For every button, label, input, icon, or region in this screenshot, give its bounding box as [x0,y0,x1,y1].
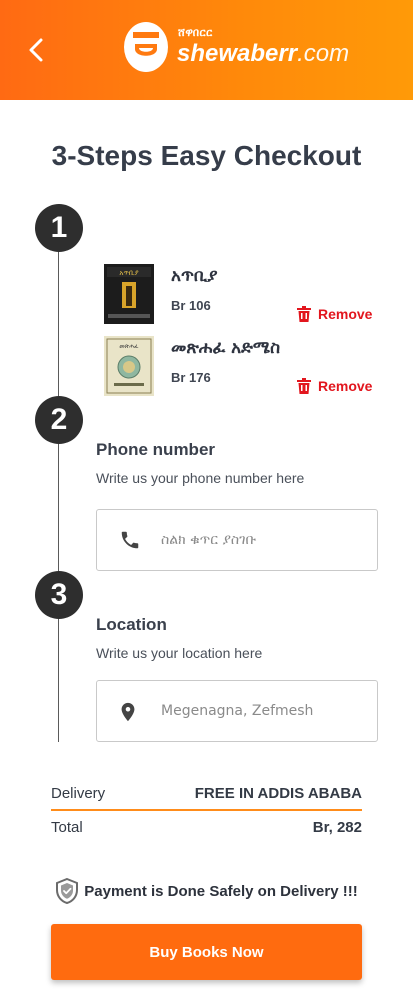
book-title: አጥቢያ [171,266,218,286]
remove-label: Remove [318,306,373,322]
chevron-left-icon [29,38,43,62]
logo-wordmark-suffix: .com [297,40,350,67]
safe-payment-text: Payment is Done Safely on Delivery !!! [84,882,358,900]
total-row: Total Br, 282 [51,819,362,836]
page-title: 3-Steps Easy Checkout [51,140,362,171]
svg-text:አጥቢያ: አጥቢያ [119,269,138,277]
phone-icon [121,531,139,549]
logo-wordmark-bold: shewaberr [177,40,298,67]
book-cover-image: አጥቢያ [104,264,154,324]
trash-icon [297,378,311,394]
location-section-label: Location [96,615,167,634]
safe-payment-note: Payment is Done Safely on Delivery !!! [0,878,413,904]
location-pin-icon [121,702,135,722]
remove-label: Remove [318,378,373,394]
step-timeline-line [58,250,59,742]
app-header: ሸዋበርር shewaberr.com [0,0,413,100]
book-title: መጽሐፈ አድሜስ [171,338,281,358]
book-price: Br 106 [171,298,211,313]
shield-check-icon [56,878,79,904]
location-field[interactable] [96,680,378,742]
phone-section-hint: Write us your phone number here [96,470,305,486]
svg-text:መጽሐፈ: መጽሐፈ [119,343,139,350]
step-3-badge: 3 [35,571,83,619]
phone-section-label: Phone number [96,440,216,459]
back-button[interactable] [22,34,52,66]
location-input[interactable] [161,681,371,741]
delivery-label: Delivery [51,785,106,802]
step-2-badge: 2 [35,396,83,444]
cart-item: አጥቢያ አጥቢያ Br 106 Remove [104,264,379,326]
shewaberr-logo[interactable]: ሸዋበርር shewaberr.com [122,20,349,74]
total-label: Total [51,819,83,836]
logo-amharic-text: ሸዋበርር [178,26,213,39]
phone-input[interactable] [161,510,371,570]
book-cover-image: መጽሐፈ [104,336,154,396]
buy-books-button[interactable]: Buy Books Now [51,924,362,980]
book-price: Br 176 [171,370,211,385]
remove-button[interactable]: Remove [297,306,372,322]
trash-icon [297,306,311,322]
summary-divider [51,809,362,811]
logo-mark-icon [124,22,168,72]
phone-field[interactable] [96,509,378,571]
total-value: Br, 282 [312,819,362,836]
delivery-value: FREE IN ADDIS ABABA [194,785,362,802]
logo-wordmark: shewaberr.com [177,40,349,68]
cart-item: መጽሐፈ መጽሐፈ አድሜስ Br 176 Remove [104,336,379,398]
remove-button[interactable]: Remove [297,378,372,394]
delivery-row: Delivery FREE IN ADDIS ABABA [51,785,362,802]
location-section-hint: Write us your location here [96,645,263,661]
step-1-badge: 1 [35,204,83,252]
